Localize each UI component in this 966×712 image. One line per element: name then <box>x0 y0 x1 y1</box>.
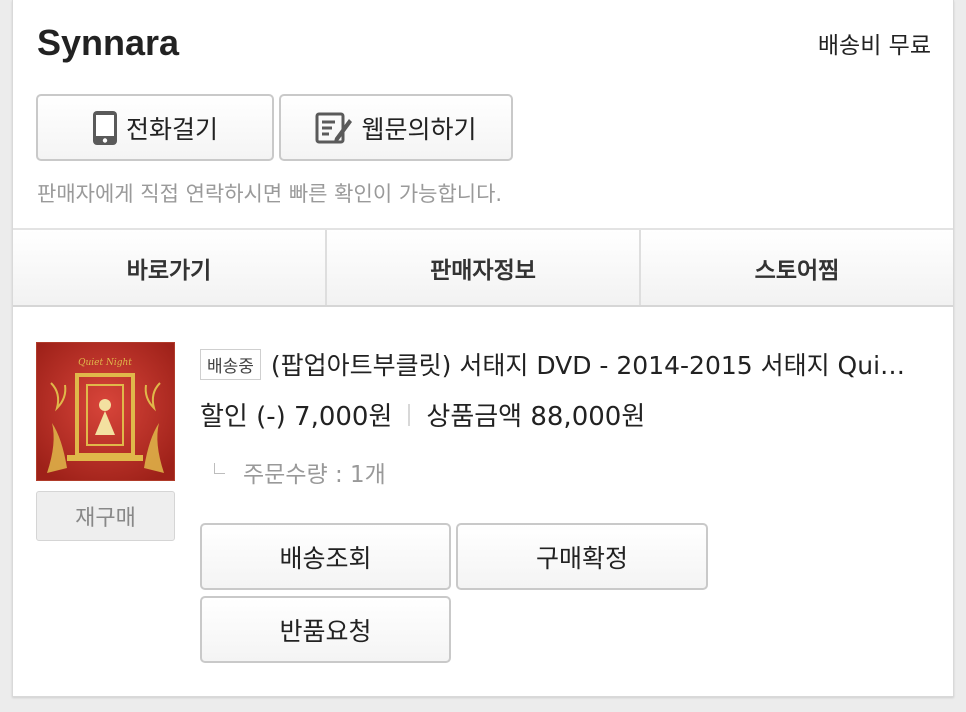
price-divider <box>408 403 411 426</box>
album-art[interactable]: Quiet Night <box>36 342 175 481</box>
quantity-line: 주문수량 : 1개 <box>200 455 386 489</box>
product-line[interactable]: 배송중 (팝업아트부클릿) 서태지 DVD - 2014-2015 서태지 Qu… <box>200 346 920 382</box>
call-button[interactable]: 전화걸기 <box>36 94 274 161</box>
confirm-purchase-button[interactable]: 구매확정 <box>456 523 708 590</box>
phone-icon <box>92 110 118 146</box>
track-delivery-button[interactable]: 배송조회 <box>200 523 451 590</box>
contact-hint: 판매자에게 직접 연락하시면 빠른 확인이 가능합니다. <box>37 182 503 206</box>
product-price: 상품금액 88,000원 <box>426 402 646 432</box>
web-inquiry-button[interactable]: 웹문의하기 <box>279 94 513 161</box>
corner-arrow-icon <box>214 462 225 474</box>
shipping-fee: 배송비 무료 <box>817 33 931 59</box>
return-request-button[interactable]: 반품요청 <box>200 596 451 663</box>
price-line: 할인 (-) 7,000원 상품금액 88,000원 <box>200 396 645 433</box>
order-quantity: 주문수량 : 1개 <box>243 462 386 488</box>
web-form-icon <box>315 111 353 145</box>
tab-store-favorite[interactable]: 스토어찜 <box>641 230 953 305</box>
status-badge: 배송중 <box>200 348 261 380</box>
web-inquiry-button-label: 웹문의하기 <box>361 114 477 144</box>
album-title-text: Quiet Night <box>78 358 132 368</box>
product-title[interactable]: (팝업아트부클릿) 서태지 DVD - 2014-2015 서태지 Quiet … <box>271 346 920 382</box>
seller-order-card: Synnara 배송비 무료 전화걸기 웹문의하기 판매자에게 직접 연락하시면… <box>12 0 954 697</box>
discount-amount: 할인 (-) 7,000원 <box>200 402 393 432</box>
seller-tabs: 바로가기 판매자정보 스토어찜 <box>13 228 953 307</box>
call-button-label: 전화걸기 <box>125 114 218 144</box>
repurchase-button[interactable]: 재구매 <box>36 491 175 541</box>
seller-name[interactable]: Synnara <box>37 22 179 64</box>
tab-shortcut[interactable]: 바로가기 <box>13 230 327 305</box>
tab-seller-info[interactable]: 판매자정보 <box>327 230 641 305</box>
